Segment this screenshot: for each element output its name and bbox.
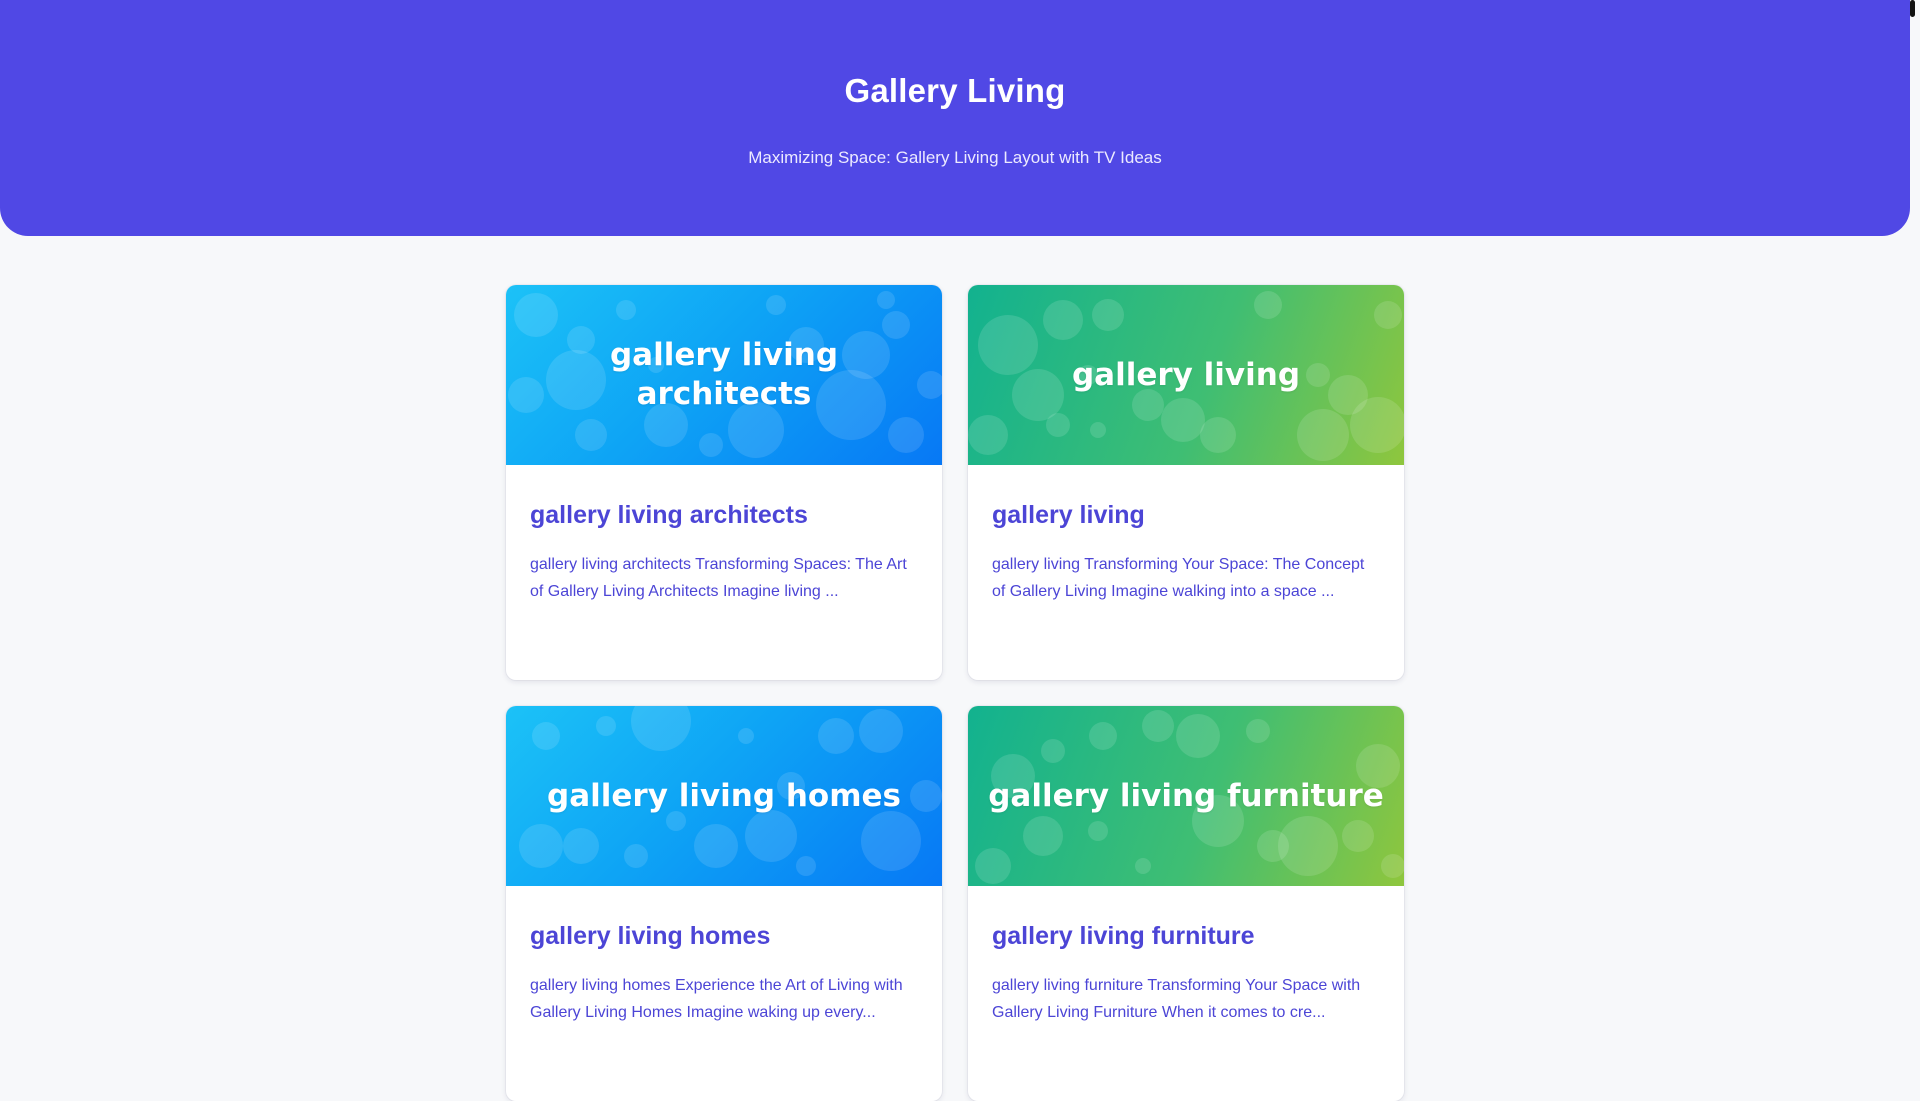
post-card[interactable]: gallery living gallery living gallery li… (968, 285, 1404, 680)
post-thumbnail[interactable]: gallery living architects (506, 285, 942, 465)
post-thumbnail[interactable]: gallery living homes (506, 706, 942, 886)
post-title-link[interactable]: gallery living architects (530, 499, 918, 531)
post-grid: gallery living architects gallery living… (506, 285, 1404, 1101)
card-body: gallery living homes gallery living home… (506, 886, 942, 1026)
scrollbar-thumb[interactable] (1910, 0, 1915, 17)
post-card[interactable]: gallery living architects gallery living… (506, 285, 942, 680)
post-title-link[interactable]: gallery living (992, 499, 1380, 531)
thumbnail-caption: gallery living architects (609, 337, 839, 412)
thumbnail-caption: gallery living homes (547, 777, 901, 814)
page-header: Gallery Living Maximizing Space: Gallery… (0, 0, 1910, 236)
site-subtitle: Maximizing Space: Gallery Living Layout … (748, 148, 1162, 167)
post-title-link[interactable]: gallery living furniture (992, 920, 1380, 952)
card-body: gallery living architects gallery living… (506, 465, 942, 605)
post-card[interactable]: gallery living homes gallery living home… (506, 706, 942, 1101)
post-title-link[interactable]: gallery living homes (530, 920, 918, 952)
card-body: gallery living gallery living Transformi… (968, 465, 1404, 605)
post-excerpt: gallery living furniture Transforming Yo… (992, 977, 1361, 1021)
thumbnail-caption: gallery living (1071, 356, 1301, 393)
card-body: gallery living furniture gallery living … (968, 886, 1404, 1026)
post-excerpt: gallery living Transforming Your Space: … (992, 556, 1365, 600)
thumbnail-caption: gallery living furniture (988, 777, 1384, 814)
post-excerpt: gallery living architects Transforming S… (530, 556, 907, 600)
post-thumbnail[interactable]: gallery living (968, 285, 1404, 465)
post-card[interactable]: gallery living furniture gallery living … (968, 706, 1404, 1101)
site-title: Gallery Living (844, 72, 1066, 109)
post-thumbnail[interactable]: gallery living furniture (968, 706, 1404, 886)
post-excerpt: gallery living homes Experience the Art … (530, 977, 903, 1021)
